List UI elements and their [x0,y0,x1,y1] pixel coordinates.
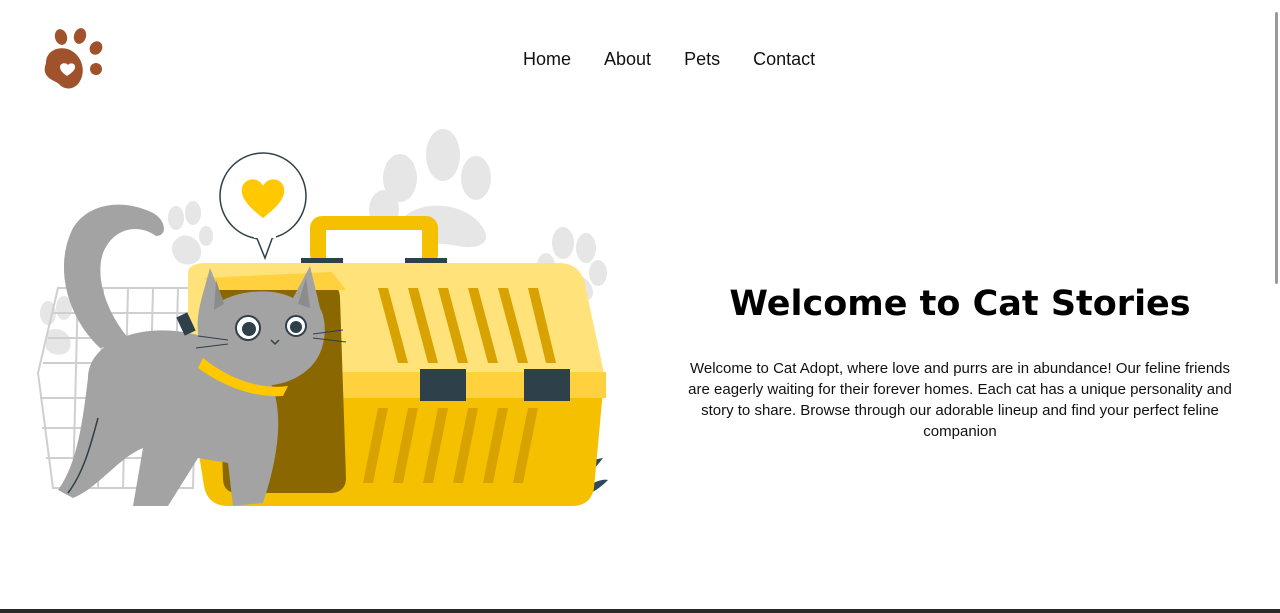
scrollbar[interactable] [1272,0,1280,609]
main-nav: Home About Pets Contact [523,48,815,70]
paw-print-icon[interactable] [38,27,106,93]
cat-carrier-illustration [28,118,618,518]
hero-section: Welcome to Cat Stories Welcome to Cat Ad… [680,282,1240,442]
nav-link-pets[interactable]: Pets [684,48,720,70]
hero-title: Welcome to Cat Stories [729,284,1191,324]
nav-link-home[interactable]: Home [523,48,571,70]
nav-link-contact[interactable]: Contact [753,48,815,70]
bottom-divider [0,609,1280,613]
nav-link-about[interactable]: About [604,48,651,70]
page: Home About Pets Contact Welcome to Cat S… [0,0,1280,613]
scrollbar-thumb[interactable] [1275,12,1278,284]
hero-description: Welcome to Cat Adopt, where love and pur… [688,360,1232,440]
